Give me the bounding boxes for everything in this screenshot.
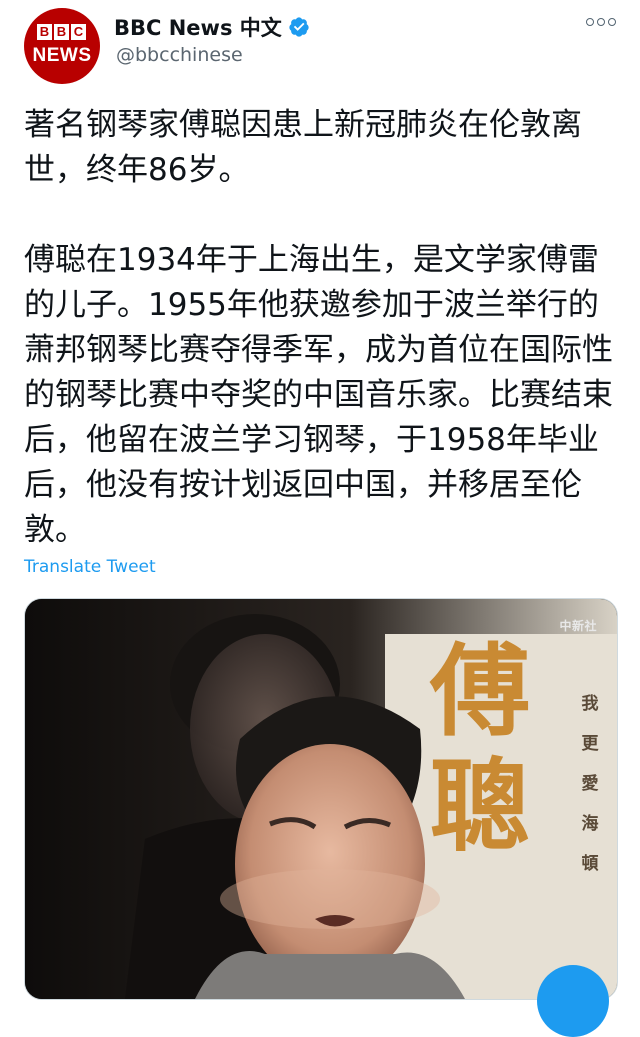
poster-side-text: 我更愛海頓 xyxy=(580,684,600,884)
poster-title-char-1: 傅 xyxy=(430,632,530,750)
verified-badge-icon xyxy=(289,17,309,37)
avatar-news-wordmark: NEWS xyxy=(32,45,92,66)
translate-tweet-link[interactable]: Translate Tweet xyxy=(24,557,156,577)
poster-title-char-2: 聰 xyxy=(430,747,530,865)
more-options-icon[interactable] xyxy=(586,18,616,26)
watermark: 中新社 xyxy=(559,619,597,633)
author-handle[interactable]: @bbcchinese xyxy=(116,44,243,66)
avatar[interactable]: BBC NEWS xyxy=(24,8,100,84)
poster-side-text-content: 我更愛海頓 xyxy=(581,694,599,874)
bbc-logo-icon: BBC xyxy=(37,24,86,40)
tweet-header: BBC NEWS BBC News 中文 @bbcchinese xyxy=(0,0,640,90)
poster-title: 傅 聰 xyxy=(430,634,530,864)
tweet-text: 著名钢琴家傅聪因患上新冠肺炎在伦敦离世，终年86岁。 傅聪在1934年于上海出生… xyxy=(24,107,613,548)
display-name[interactable]: BBC News 中文 xyxy=(114,12,282,42)
tweet-media-photo[interactable]: 傅 聰 我更愛海頓 中新社 xyxy=(24,598,618,1000)
author-name-row: BBC News 中文 xyxy=(114,12,310,42)
compose-tweet-button[interactable] xyxy=(537,965,609,1037)
